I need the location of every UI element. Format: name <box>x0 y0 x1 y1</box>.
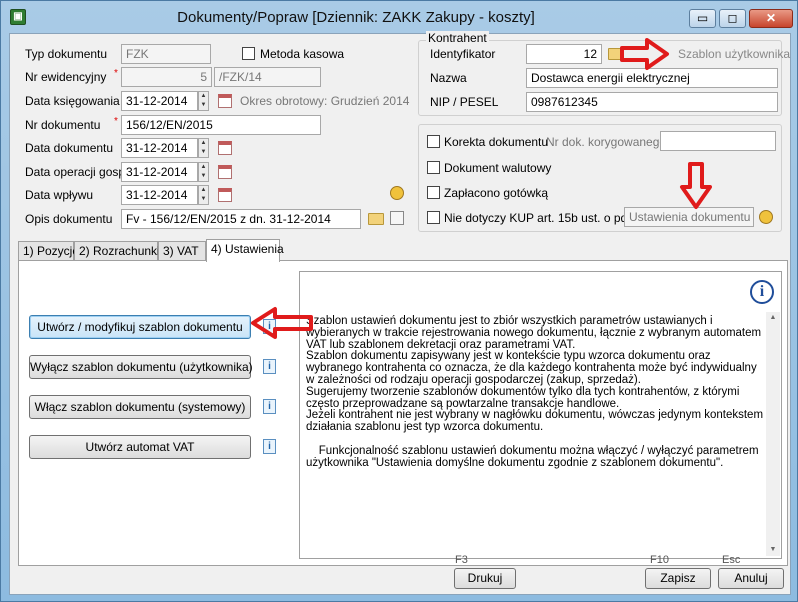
f10-key-label: F10 <box>650 554 669 566</box>
opis-dokumentu-label: Opis dokumentu <box>25 212 113 226</box>
edit-icon[interactable] <box>390 211 404 225</box>
gear-icon[interactable] <box>390 186 404 200</box>
f3-key-label: F3 <box>455 554 468 566</box>
info-scrollbar[interactable]: ▲ ▼ <box>766 312 780 556</box>
gotowka-label: Zapłacono gotówką <box>444 186 549 200</box>
identyfikator-field[interactable]: 12 <box>526 44 602 64</box>
folder-icon[interactable] <box>368 213 384 225</box>
info-hint-icon[interactable]: i <box>263 439 276 454</box>
dialog-window: ▣ Dokumenty/Popraw [Dziennik: ZAKK Zakup… <box>0 0 798 602</box>
create-template-button[interactable]: Utwórz / modyfikuj szablon dokumentu <box>29 315 251 339</box>
required-marker: * <box>114 68 118 79</box>
nazwa-field[interactable]: Dostawca energii elektrycznej <box>526 68 778 88</box>
data-operacji-field[interactable]: 31-12-2014 <box>121 162 198 182</box>
nr-dok-korygowanego-field[interactable] <box>660 131 776 151</box>
tab-vat[interactable]: 3) VAT <box>158 241 206 261</box>
ustawienia-panel: Utwórz / modyfikuj szablon dokumentu i W… <box>18 260 788 566</box>
info-hint-icon[interactable]: i <box>263 359 276 374</box>
calendar-icon[interactable] <box>218 141 232 155</box>
window-title: Dokumenty/Popraw [Dziennik: ZAKK Zakupy … <box>177 9 535 26</box>
annotation-arrow-right-icon <box>620 38 669 70</box>
identyfikator-label: Identyfikator <box>430 47 496 61</box>
scroll-up-icon[interactable]: ▲ <box>767 312 779 324</box>
korekta-label: Korekta dokumentu <box>444 135 549 149</box>
data-ksiegowania-label: Data księgowania <box>25 94 120 108</box>
typ-dokumentu-field[interactable]: FZK <box>121 44 211 64</box>
nip-pesel-field[interactable]: 0987612345 <box>526 92 778 112</box>
typ-dokumentu-label: Typ dokumentu <box>25 47 108 61</box>
kup-checkbox[interactable] <box>427 211 440 224</box>
nazwa-label: Nazwa <box>430 71 467 85</box>
data-wplywu-label: Data wpływu <box>25 188 94 202</box>
gear-icon[interactable] <box>759 210 773 224</box>
dialog-client: Typ dokumentu FZK Metoda kasowa Nr ewide… <box>9 31 791 595</box>
data-ksiegowania-field[interactable]: 31-12-2014 <box>121 91 198 111</box>
zapisz-button[interactable]: Zapisz <box>645 568 711 589</box>
nr-ewidencyjny-suffix: /FZK/14 <box>214 67 321 87</box>
date-spinner[interactable]: ▲ ▼ <box>198 138 209 158</box>
tab-ustawienia[interactable]: 4) Ustawienia <box>206 239 284 262</box>
info-text: Szablon ustawień dokumentu jest to zbiór… <box>306 315 764 469</box>
okres-obrotowy-text: Okres obrotowy: Grudzień 2014 <box>240 94 410 108</box>
calendar-icon[interactable] <box>218 94 232 108</box>
annotation-arrow-left-icon <box>251 307 313 339</box>
gotowka-checkbox[interactable] <box>427 186 440 199</box>
minimize-button[interactable]: ▭ <box>689 9 716 28</box>
date-spinner[interactable]: ▲ ▼ <box>198 162 209 182</box>
korekta-checkbox[interactable] <box>427 135 440 148</box>
nr-dokumentu-label: Nr dokumentu <box>25 118 101 132</box>
title-bar[interactable]: ▣ Dokumenty/Popraw [Dziennik: ZAKK Zakup… <box>1 1 797 33</box>
required-marker: * <box>114 116 118 127</box>
close-button[interactable]: ✕ <box>749 9 793 28</box>
enable-system-template-button[interactable]: Włącz szablon dokumentu (systemowy) <box>29 395 251 419</box>
walutowy-label: Dokument walutowy <box>444 161 552 175</box>
annotation-arrow-down-icon <box>680 162 712 209</box>
anuluj-button[interactable]: Anuluj <box>718 568 784 589</box>
data-dokumentu-label: Data dokumentu <box>25 141 114 155</box>
tab-pozycje[interactable]: 1) Pozycje <box>18 241 79 261</box>
info-box: i Szablon ustawień dokumentu jest to zbi… <box>299 271 782 559</box>
nr-ewidencyjny-label: Nr ewidencyjny <box>25 70 107 84</box>
data-dokumentu-field[interactable]: 31-12-2014 <box>121 138 198 158</box>
tab-rozrachunki[interactable]: 2) Rozrachunki <box>74 241 160 261</box>
scroll-down-icon[interactable]: ▼ <box>767 544 779 556</box>
nip-pesel-label: NIP / PESEL <box>430 95 499 109</box>
kontrahent-group-title: Kontrahent <box>426 31 489 45</box>
nr-dokumentu-field[interactable]: 156/12/EN/2015 <box>121 115 321 135</box>
data-wplywu-field[interactable]: 31-12-2014 <box>121 185 198 205</box>
maximize-button[interactable]: ◻ <box>719 9 746 28</box>
disable-user-template-button[interactable]: Wyłącz szablon dokumentu (użytkownika) <box>29 355 253 379</box>
nr-ewidencyjny-field[interactable]: 5 <box>121 67 212 87</box>
date-spinner[interactable]: ▲ ▼ <box>198 91 209 111</box>
calendar-icon[interactable] <box>218 165 232 179</box>
opis-dokumentu-field[interactable]: Fv - 156/12/EN/2015 z dn. 31-12-2014 <box>121 209 361 229</box>
walutowy-checkbox[interactable] <box>427 161 440 174</box>
szablon-uzytkownika-text: Szablon użytkownika <box>678 47 791 61</box>
metoda-kasowa-label: Metoda kasowa <box>260 47 345 61</box>
data-operacji-label: Data operacji gosp. <box>25 165 129 179</box>
create-vat-automat-button[interactable]: Utwórz automat VAT <box>29 435 251 459</box>
esc-key-label: Esc <box>722 554 741 566</box>
kup-label: Nie dotyczy KUP art. 15b ust. o pdop <box>444 211 641 225</box>
date-spinner[interactable]: ▲ ▼ <box>198 185 209 205</box>
calendar-icon[interactable] <box>218 188 232 202</box>
metoda-kasowa-checkbox[interactable] <box>242 47 255 60</box>
drukuj-button[interactable]: Drukuj <box>454 568 516 589</box>
nr-dok-korygowanego-label: Nr dok. korygowanego <box>546 135 667 149</box>
info-icon: i <box>750 280 774 304</box>
info-hint-icon[interactable]: i <box>263 399 276 414</box>
